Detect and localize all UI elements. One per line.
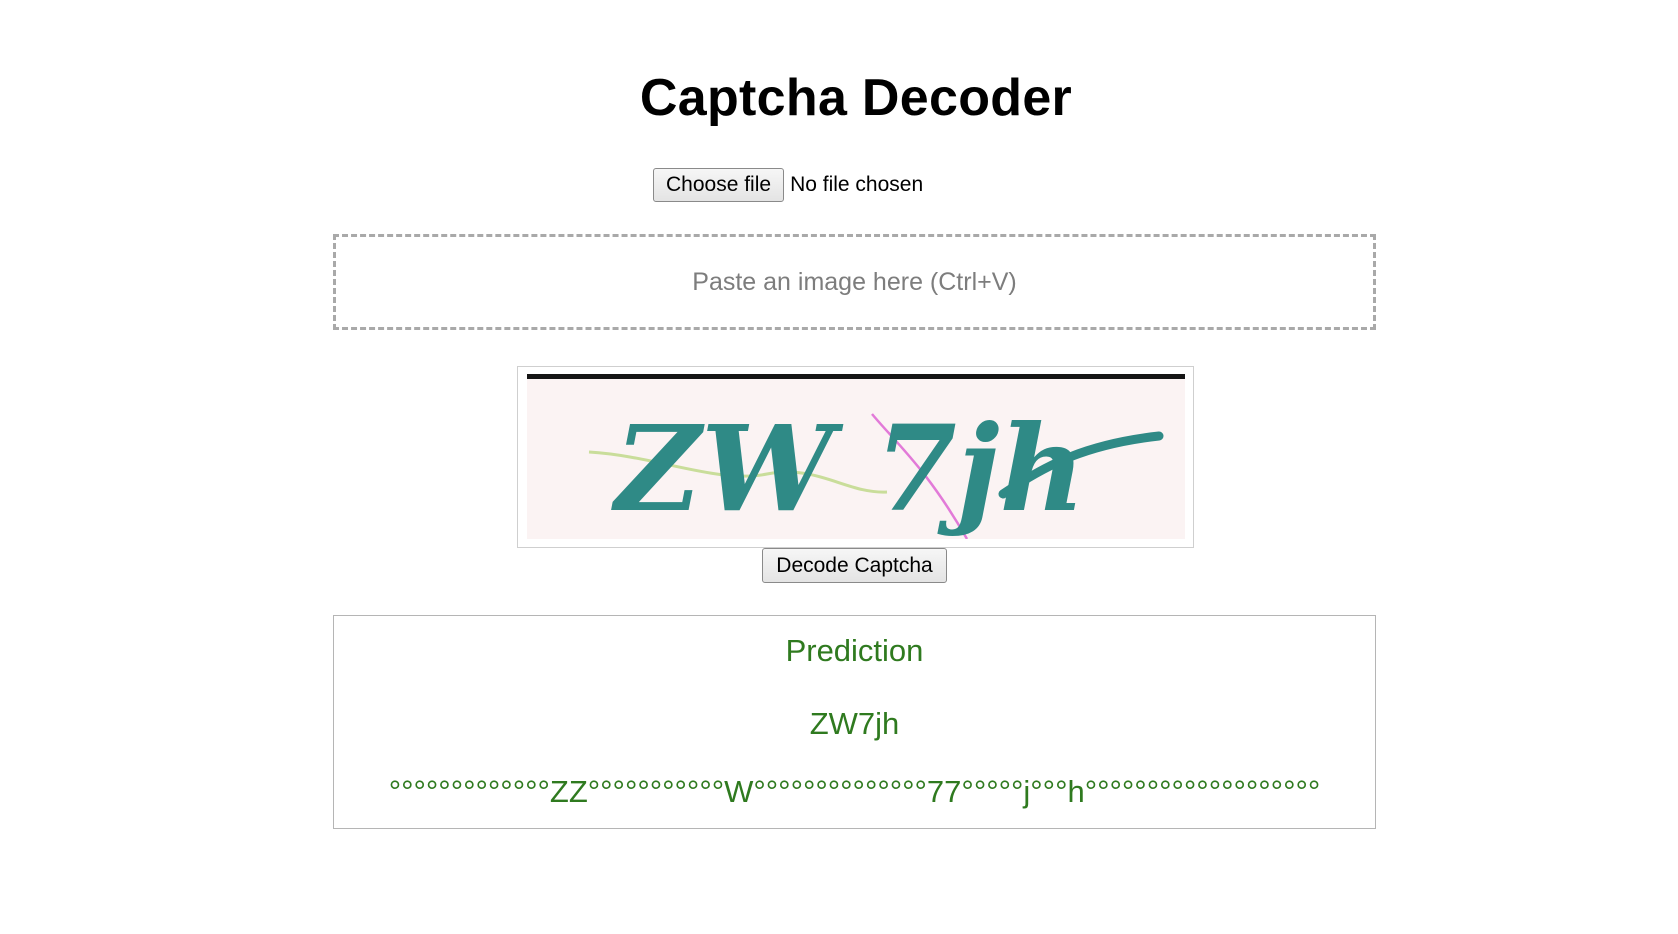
- choose-file-button[interactable]: Choose file: [653, 167, 785, 202]
- paste-image-dropzone[interactable]: Paste an image here (Ctrl+V): [333, 234, 1376, 330]
- file-status-text: No file chosen: [790, 172, 924, 196]
- file-upload-row: Choose file No file chosen: [653, 167, 923, 202]
- captcha-preview: ZW 7jh: [517, 366, 1194, 548]
- captcha-image: ZW 7jh: [527, 374, 1185, 539]
- page-title: Captcha Decoder: [639, 69, 1073, 127]
- decode-captcha-button[interactable]: Decode Captcha: [762, 548, 947, 583]
- prediction-raw-sequence: °°°°°°°°°°°°°ZZ°°°°°°°°°°°W°°°°°°°°°°°°°…: [388, 774, 1321, 809]
- page: Captcha Decoder Choose file No file chos…: [0, 0, 1678, 934]
- prediction-panel: Prediction ZW7jh °°°°°°°°°°°°°ZZ°°°°°°°°…: [333, 615, 1376, 829]
- captcha-glyphs: ZW 7jh: [611, 399, 1085, 538]
- prediction-value: ZW7jh: [809, 706, 900, 741]
- prediction-heading: Prediction: [785, 633, 924, 668]
- paste-zone-prompt: Paste an image here (Ctrl+V): [692, 267, 1017, 296]
